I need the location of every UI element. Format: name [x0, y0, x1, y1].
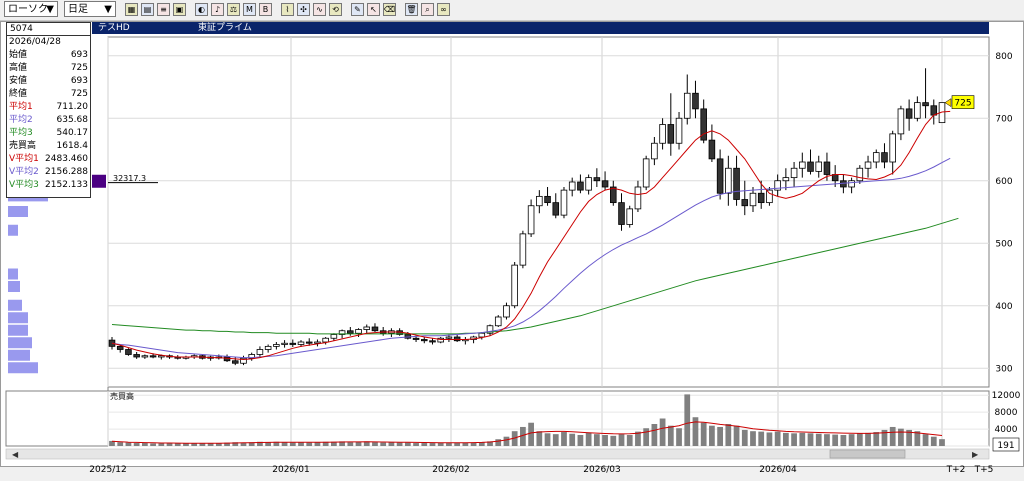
toolbar: ローソク ▼ 日足 ▼ ▦ ▤ ≡ ▣ ◐ ♪ ⚖ M B ⌇ ✣ ∿ ⟲ ✎ ↖ ⌫ 🗑 ⌕ ∞ [0, 0, 1024, 21]
period-select[interactable]: 日足 ▼ [64, 1, 116, 17]
info-value: 2152.133 [45, 180, 88, 190]
info-value: 725 [70, 63, 88, 73]
info-row: V平均1 2483.460 [7, 153, 90, 166]
info-label: 終値 [9, 89, 28, 99]
info-value: 2156.288 [45, 167, 88, 177]
wave-icon[interactable]: ∿ [313, 3, 326, 16]
reload-icon[interactable]: ⟲ [329, 3, 342, 16]
info-value: 635.68 [56, 115, 89, 125]
info-row: V平均2 2156.288 [7, 166, 90, 179]
info-label: 売買高 [9, 141, 37, 151]
bb-icon[interactable]: B [259, 3, 272, 16]
chart-type-select[interactable]: ローソク ▼ [4, 1, 58, 17]
chart-area[interactable] [0, 21, 1024, 467]
info-row: V平均3 2152.133 [7, 179, 90, 192]
fibo-icon[interactable]: ⌇ [281, 3, 294, 16]
info-value: 540.17 [56, 128, 89, 138]
info-row: 平均1 711.20 [7, 101, 90, 114]
chart-icon[interactable]: ▦ [125, 3, 138, 16]
info-label: 平均1 [9, 102, 33, 112]
info-row: 安値 693 [7, 75, 90, 88]
chevron-down-icon: ▼ [104, 4, 112, 15]
info-label: 平均2 [9, 115, 33, 125]
balance-icon[interactable]: ⚖ [227, 3, 240, 16]
info-rows: 始値 693 高値 725 安値 693 終値 725 平均1 711.20 平均2 635.68 平均… [7, 49, 90, 192]
info-row: 平均2 635.68 [7, 114, 90, 127]
info-label: 高値 [9, 63, 28, 73]
info-label: 始値 [9, 50, 28, 60]
info-row: 売買高 1618.4 [7, 140, 90, 153]
info-label: 安値 [9, 76, 28, 86]
info-value: 725 [70, 89, 88, 99]
info-row: 高値 725 [7, 62, 90, 75]
info-label: 平均3 [9, 128, 33, 138]
symbol-header: ・ テスHD 東証プライム [84, 22, 989, 34]
trash-icon[interactable]: 🗑 [405, 3, 418, 16]
table-icon[interactable]: ▤ [141, 3, 154, 16]
info-value: 693 [70, 76, 88, 86]
info-label: V平均2 [9, 167, 39, 177]
period-value: 日足 [68, 4, 88, 15]
cursor-icon[interactable]: ↖ [367, 3, 380, 16]
info-panel: 5074 2026/04/28 始値 693 高値 725 安値 693 終値 725 平均1 7… [6, 22, 91, 198]
market-name: 東証プライム [198, 23, 252, 33]
info-row: 始値 693 [7, 49, 90, 62]
eraser-icon[interactable]: ⌫ [383, 3, 396, 16]
symbol-code[interactable]: 5074 [7, 23, 90, 36]
pen-icon[interactable]: ✎ [351, 3, 364, 16]
symbol-name: テスHD [98, 23, 130, 33]
info-value: 693 [70, 50, 88, 60]
info-label: V平均3 [9, 180, 39, 190]
info-value: 2483.460 [45, 154, 88, 164]
circle-icon[interactable]: ◐ [195, 3, 208, 16]
info-value: 1618.4 [56, 141, 89, 151]
chart-type-value: ローソク [8, 4, 48, 15]
info-row: 終値 725 [7, 88, 90, 101]
chevron-down-icon: ▼ [46, 4, 54, 15]
zoom-icon[interactable]: ✣ [297, 3, 310, 16]
ma-icon[interactable]: M [243, 3, 256, 16]
info-date-row: 2026/04/28 [7, 36, 90, 49]
print-icon[interactable]: ▣ [173, 3, 186, 16]
info-label: V平均1 [9, 154, 39, 164]
glasses-icon[interactable]: ∞ [437, 3, 450, 16]
info-row: 平均3 540.17 [7, 127, 90, 140]
search-icon[interactable]: ⌕ [421, 3, 434, 16]
sound-icon[interactable]: ♪ [211, 3, 224, 16]
info-date: 2026/04/28 [9, 37, 61, 47]
list-icon[interactable]: ≡ [157, 3, 170, 16]
info-value: 711.20 [56, 102, 89, 112]
